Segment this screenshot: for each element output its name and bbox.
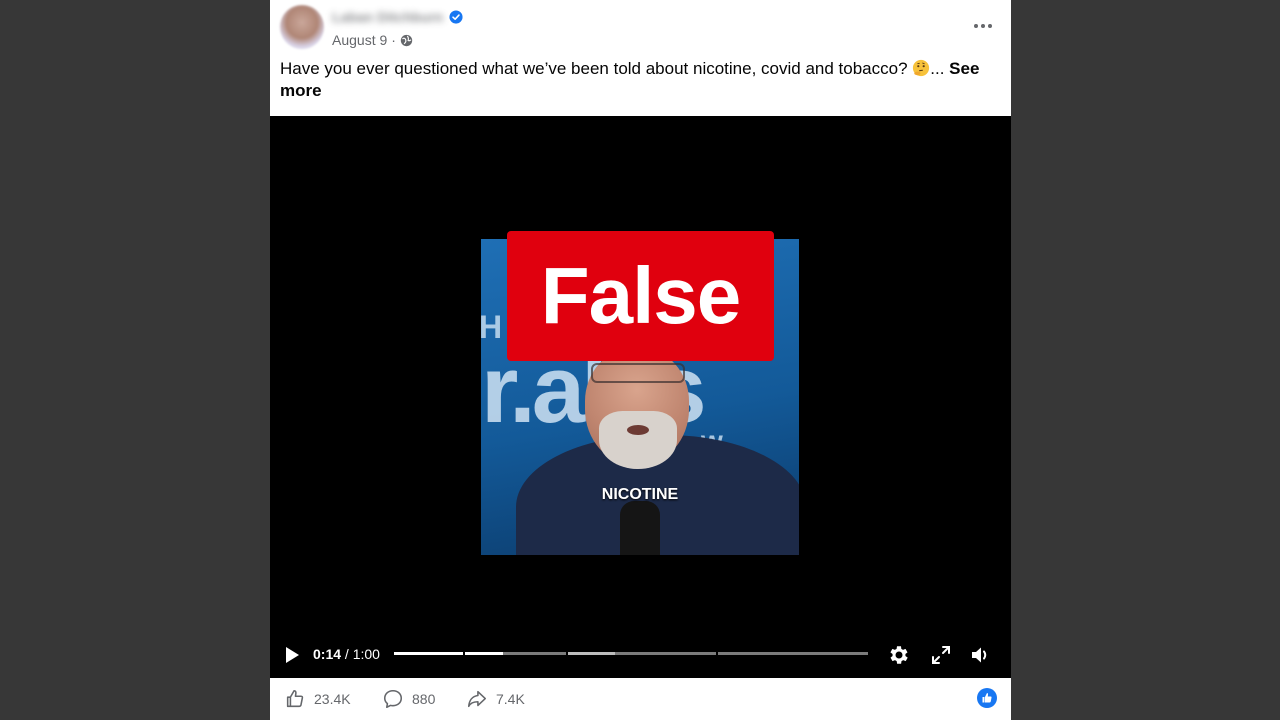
- verified-badge-icon: [449, 10, 463, 24]
- progress-played: [465, 652, 503, 655]
- microphone: [620, 501, 660, 555]
- like-reaction-badge[interactable]: [977, 688, 997, 708]
- meta-separator: ·: [391, 32, 396, 48]
- like-action[interactable]: 23.4K: [284, 688, 351, 710]
- thumbs-up-icon: [286, 689, 304, 708]
- author-name[interactable]: Laban Ditchburn: [332, 9, 443, 25]
- progress-played: [394, 652, 463, 655]
- like-count: 23.4K: [314, 691, 351, 707]
- current-time: 0:14: [313, 646, 342, 662]
- speaker-mouth: [627, 425, 649, 435]
- progress-buffered: [568, 652, 615, 655]
- globe-icon: [400, 34, 413, 46]
- share-action[interactable]: 7.4K: [466, 688, 525, 710]
- false-rating-badge: False: [507, 231, 774, 361]
- caption-text: Have you ever questioned what we’ve been…: [280, 59, 913, 78]
- more-options-button[interactable]: [971, 14, 995, 38]
- thumbs-up-reaction-icon: [982, 693, 992, 703]
- post-date[interactable]: August 9: [332, 32, 387, 48]
- post-actions-bar: 23.4K 880 7.4K: [270, 678, 1011, 720]
- video-subtitle: NICOTINE: [601, 486, 679, 503]
- caption-ellipsis: ...: [930, 59, 950, 78]
- share-icon: [467, 690, 487, 708]
- post-caption: Have you ever questioned what we’ve been…: [280, 58, 992, 102]
- gear-icon[interactable]: [887, 643, 911, 667]
- comment-icon: [383, 689, 403, 709]
- speaker-glasses: [591, 363, 685, 383]
- video-time: 0:14 / 1:00: [313, 646, 380, 662]
- speaker-beard: [599, 411, 677, 469]
- thinking-face-emoji-icon: [913, 59, 930, 77]
- more-options-icon: [974, 24, 992, 28]
- video-progress-bar[interactable]: [394, 652, 868, 655]
- fullscreen-icon[interactable]: [929, 643, 953, 667]
- comment-action[interactable]: 880: [382, 688, 435, 710]
- volume-icon[interactable]: [969, 643, 993, 667]
- author-row: Laban Ditchburn: [332, 8, 463, 26]
- play-icon[interactable]: [282, 645, 302, 665]
- facebook-post: Laban Ditchburn August 9 · Have you ever…: [270, 0, 1011, 720]
- comment-count: 880: [412, 691, 436, 707]
- video-controls: 0:14 / 1:00: [270, 636, 1011, 672]
- video-player[interactable]: H r.akis w NICOTINE False 0:14 / 1:00: [270, 116, 1011, 678]
- avatar[interactable]: [280, 5, 324, 49]
- time-separator: /: [341, 646, 353, 662]
- progress-segment: [718, 652, 868, 655]
- post-meta: August 9 ·: [332, 31, 413, 49]
- video-duration: 1:00: [352, 646, 380, 662]
- share-count: 7.4K: [496, 691, 525, 707]
